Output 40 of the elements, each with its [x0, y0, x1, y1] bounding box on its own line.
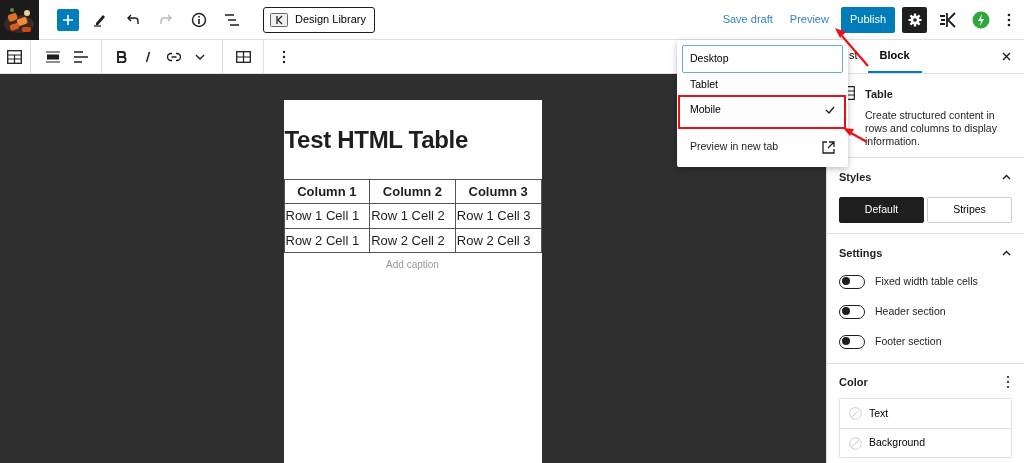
toggle-switch[interactable]: [839, 334, 865, 349]
color-option[interactable]: Background: [840, 428, 1011, 457]
section-title: Color: [839, 374, 868, 390]
table-cell: Row 1 Cell 1: [284, 203, 370, 229]
preview-link[interactable]: Preview: [789, 11, 829, 28]
toggle-label: Fixed width table cells: [875, 273, 978, 289]
menu-item[interactable]: Desktop: [682, 45, 843, 73]
settings-button[interactable]: [902, 6, 927, 33]
table-cell: Row 1 Cell 3: [455, 203, 541, 229]
block-name: Table: [865, 87, 894, 102]
table-cell: Row 2 Cell 2: [369, 228, 456, 253]
table-cell: Row 1 Cell 2: [369, 203, 456, 229]
style-option-button[interactable]: Default: [839, 197, 924, 223]
column-header: Column 1: [284, 179, 370, 204]
publish-button[interactable]: Publish: [840, 6, 895, 33]
section-title: Styles: [839, 169, 872, 185]
plus-icon: [62, 13, 74, 26]
arrow-annotation: [835, 28, 869, 67]
logo-icon: [270, 12, 288, 27]
column-header: Column 3: [455, 179, 541, 204]
save-draft-link[interactable]: Save draft: [722, 11, 773, 28]
sidebar-tab[interactable]: Block: [867, 40, 922, 73]
no-color-icon: [849, 407, 862, 420]
table-cell: Row 2 Cell 1: [284, 228, 370, 253]
toggle-switch[interactable]: [839, 304, 865, 319]
design-library-button[interactable]: Design Library: [263, 6, 375, 33]
column-header: Column 2: [369, 179, 456, 204]
section-title: Settings: [839, 246, 883, 261]
toggle-label: Header section: [875, 303, 946, 319]
external-link-icon: [822, 140, 835, 154]
toggle-switch[interactable]: [839, 274, 865, 289]
add-block-button[interactable]: [57, 8, 79, 31]
no-color-icon: [849, 436, 862, 450]
page-title: Test HTML Table: [284, 126, 470, 155]
style-option-button[interactable]: Stripes: [927, 197, 1012, 223]
table-cell: Row 2 Cell 3: [455, 228, 541, 253]
block-description: Create structured content in rows and columns to display information.: [865, 108, 998, 148]
more-options-icon[interactable]: [1004, 374, 1012, 389]
toggle-label: Footer section: [875, 333, 942, 349]
settings-icon: [907, 12, 922, 27]
